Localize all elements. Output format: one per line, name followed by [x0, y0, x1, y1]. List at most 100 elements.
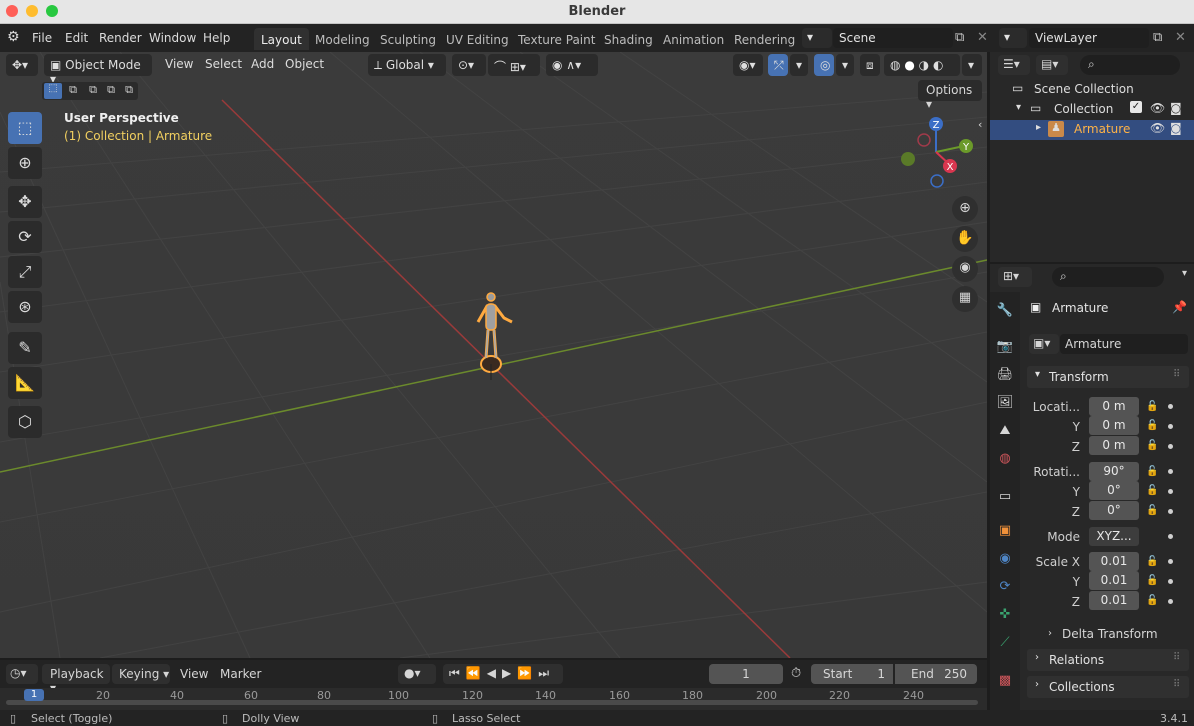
- rotation-x-field[interactable]: 90°: [1089, 462, 1139, 481]
- tool-add-cube[interactable]: ⬡: [8, 406, 42, 438]
- editor-type-button[interactable]: ✥▾: [6, 54, 38, 76]
- rotation-z-field[interactable]: 0°: [1089, 501, 1139, 520]
- lock-icon[interactable]: 🔓: [1146, 575, 1158, 586]
- scene-tab-icon[interactable]: ⛰: [996, 422, 1014, 440]
- timeline-editor-type[interactable]: ◷▾: [6, 664, 38, 684]
- pivot-point-button[interactable]: ⊙▾: [452, 54, 486, 76]
- relations-panel-header[interactable]: › Relations ⠿: [1027, 649, 1189, 671]
- render-tab-icon[interactable]: 📷: [996, 338, 1014, 356]
- tab-texture-paint[interactable]: Texture Paint: [511, 28, 602, 50]
- visibility-eye-icon[interactable]: 👁: [1150, 101, 1165, 115]
- start-frame-field[interactable]: Start 1: [811, 664, 893, 684]
- render-camera-icon[interactable]: ◙: [1170, 101, 1182, 115]
- current-frame-field[interactable]: 1: [709, 664, 783, 684]
- delta-transform-subpanel[interactable]: › Delta Transform: [1040, 624, 1186, 644]
- lock-icon[interactable]: 🔓: [1146, 420, 1158, 431]
- gizmo-toggle-icon[interactable]: ⤱: [768, 54, 788, 76]
- location-y-field[interactable]: 0 m: [1089, 416, 1139, 435]
- navigation-gizmo[interactable]: Z Y X: [896, 112, 976, 192]
- timeline-menu-view[interactable]: View: [180, 667, 208, 681]
- tab-modeling[interactable]: Modeling: [308, 28, 377, 50]
- scene-browse-button[interactable]: ▾: [802, 28, 832, 48]
- lock-icon[interactable]: 🔓: [1146, 401, 1158, 412]
- wireframe-shading-icon[interactable]: ◍: [890, 58, 900, 72]
- keyframe-dot-icon[interactable]: [1168, 509, 1173, 514]
- drag-handle-icon[interactable]: ⠿: [1173, 679, 1180, 690]
- keyframe-dot-icon[interactable]: [1168, 559, 1173, 564]
- keyframe-dot-icon[interactable]: [1168, 489, 1173, 494]
- select-extend-icon[interactable]: ⧉: [64, 83, 82, 97]
- tab-layout[interactable]: Layout: [254, 28, 309, 50]
- view-layer-browse-button[interactable]: ▾: [999, 28, 1027, 48]
- object-mode-dropdown[interactable]: ▣ Object Mode ▾: [44, 54, 152, 86]
- render-camera-icon[interactable]: ◙: [1170, 121, 1182, 135]
- outliner-armature[interactable]: ▸ ♟ Armature 👁 ◙: [990, 120, 1194, 140]
- playhead[interactable]: 1: [24, 689, 44, 701]
- lock-icon[interactable]: 🔓: [1146, 466, 1158, 477]
- drag-handle-icon[interactable]: ⠿: [1173, 369, 1180, 380]
- rendered-shading-icon[interactable]: ◐: [933, 58, 943, 72]
- keying-menu[interactable]: Keying ▾: [112, 664, 170, 684]
- select-new-icon[interactable]: ⬚: [44, 83, 62, 99]
- visibility-eye-icon[interactable]: ◉▾: [733, 54, 763, 76]
- output-tab-icon[interactable]: 🖨: [996, 366, 1014, 384]
- tool-scale[interactable]: ⤢: [8, 256, 42, 288]
- end-frame-field[interactable]: End 250: [895, 664, 977, 684]
- drag-handle-icon[interactable]: ⠿: [1173, 652, 1180, 663]
- playback-menu[interactable]: Playback ▾: [42, 664, 110, 695]
- zoom-icon[interactable]: ⊕: [952, 196, 978, 222]
- keyframe-dot-icon[interactable]: [1168, 444, 1173, 449]
- location-x-field[interactable]: 0 m: [1089, 397, 1139, 416]
- auto-keying-button[interactable]: ●▾: [398, 664, 436, 684]
- outliner-collection[interactable]: ▾ ▭ Collection ✓ 👁 ◙: [990, 100, 1194, 120]
- proportional-editing-button[interactable]: ◉ ∧▾: [546, 54, 598, 76]
- tab-shading[interactable]: Shading: [597, 28, 660, 50]
- menu-window[interactable]: Window: [149, 31, 196, 45]
- tool-select-box[interactable]: ⬚: [8, 112, 42, 144]
- exclude-checkbox[interactable]: ✓: [1130, 101, 1142, 113]
- keyframe-dot-icon[interactable]: [1168, 404, 1173, 409]
- viewport-menu-select[interactable]: Select: [205, 57, 242, 71]
- armature-data-tab-icon[interactable]: ✜: [996, 606, 1014, 624]
- view-layer-field[interactable]: ViewLayer: [1029, 28, 1149, 48]
- play-icon[interactable]: ▶: [502, 666, 517, 680]
- overlays-toggle-icon[interactable]: ◎: [814, 54, 834, 76]
- menu-help[interactable]: Help: [203, 31, 230, 45]
- object-browse-button[interactable]: ▣▾: [1029, 334, 1059, 354]
- sidebar-toggle-icon[interactable]: ‹: [978, 118, 982, 131]
- scene-name-field[interactable]: Scene: [833, 28, 953, 48]
- keyframe-dot-icon[interactable]: [1168, 424, 1173, 429]
- bone-tab-icon[interactable]: ⟋: [996, 634, 1014, 652]
- armature-object[interactable]: [470, 284, 520, 384]
- select-subtract-icon[interactable]: ⧉: [84, 83, 102, 97]
- select-invert-icon[interactable]: ⧉: [102, 83, 120, 97]
- transform-orientation-dropdown[interactable]: ⟂ Global ▾: [368, 54, 446, 76]
- outliner-editor-type[interactable]: ☰▾: [998, 55, 1030, 75]
- select-intersect-icon[interactable]: ⧉: [120, 83, 138, 97]
- preview-range-icon[interactable]: ⏱: [791, 666, 801, 681]
- perspective-toggle-icon[interactable]: ▦: [952, 286, 978, 312]
- viewport-menu-object[interactable]: Object: [285, 57, 324, 71]
- display-mode-dropdown[interactable]: ▤▾: [1036, 55, 1068, 75]
- jump-start-icon[interactable]: ⏮: [449, 666, 466, 680]
- tab-uv-editing[interactable]: UV Editing: [439, 28, 516, 50]
- tool-rotate[interactable]: ⟳: [8, 221, 42, 253]
- tool-cursor[interactable]: ⊕: [8, 147, 42, 179]
- properties-editor-type[interactable]: ⊞▾: [998, 267, 1032, 287]
- material-shading-icon[interactable]: ◑: [919, 58, 929, 72]
- location-z-field[interactable]: 0 m: [1089, 436, 1139, 455]
- tool-annotate[interactable]: ✎: [8, 332, 42, 364]
- world-tab-icon[interactable]: ◍: [996, 450, 1014, 468]
- shading-modes[interactable]: ◍ ● ◑ ◐: [884, 54, 960, 76]
- object-tab-icon[interactable]: ▣: [996, 522, 1014, 540]
- keyframe-dot-icon[interactable]: [1168, 534, 1173, 539]
- constraints-tab-icon[interactable]: ⟳: [996, 578, 1014, 596]
- prev-keyframe-icon[interactable]: ⏪: [466, 666, 487, 680]
- new-view-layer-icon[interactable]: ⧉: [1153, 30, 1162, 45]
- snapping-button[interactable]: ⌒ ⊞▾: [488, 54, 540, 76]
- rotation-mode-dropdown[interactable]: XYZ...: [1089, 527, 1139, 546]
- lock-icon[interactable]: 🔓: [1146, 556, 1158, 567]
- tab-sculpting[interactable]: Sculpting: [373, 28, 443, 50]
- solid-shading-icon[interactable]: ●: [904, 58, 914, 72]
- expand-arrow-icon[interactable]: ▾: [1016, 102, 1021, 113]
